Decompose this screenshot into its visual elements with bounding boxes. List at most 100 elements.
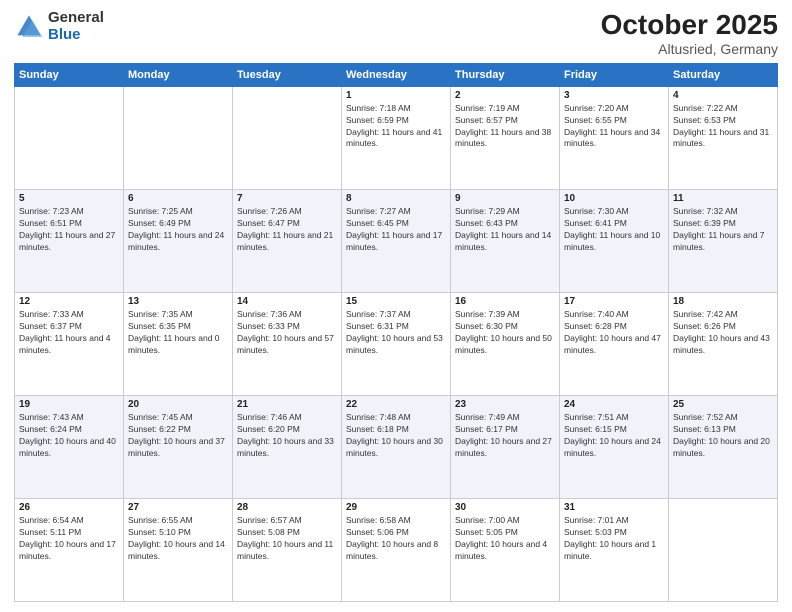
day-info: Sunrise: 7:19 AMSunset: 6:57 PMDaylight:… — [455, 103, 551, 149]
header-monday: Monday — [124, 63, 233, 86]
day-number: 3 — [564, 90, 664, 101]
title-block: October 2025 Altusried, Germany — [601, 10, 778, 57]
day-number: 21 — [237, 399, 337, 410]
header-saturday: Saturday — [669, 63, 778, 86]
day-info: Sunrise: 7:29 AMSunset: 6:43 PMDaylight:… — [455, 206, 551, 252]
day-number: 28 — [237, 502, 337, 513]
day-cell-3-2: 21 Sunrise: 7:46 AMSunset: 6:20 PMDaylig… — [233, 395, 342, 498]
header: General Blue October 2025 Altusried, Ger… — [14, 10, 778, 57]
day-info: Sunrise: 7:45 AMSunset: 6:22 PMDaylight:… — [128, 412, 225, 458]
day-info: Sunrise: 6:54 AMSunset: 5:11 PMDaylight:… — [19, 515, 116, 561]
day-cell-0-5: 3 Sunrise: 7:20 AMSunset: 6:55 PMDayligh… — [560, 86, 669, 189]
day-number: 6 — [128, 193, 228, 204]
day-number: 4 — [673, 90, 773, 101]
logo-icon — [14, 12, 44, 42]
day-number: 15 — [346, 296, 446, 307]
day-info: Sunrise: 7:20 AMSunset: 6:55 PMDaylight:… — [564, 103, 660, 149]
day-cell-3-0: 19 Sunrise: 7:43 AMSunset: 6:24 PMDaylig… — [15, 395, 124, 498]
day-cell-1-6: 11 Sunrise: 7:32 AMSunset: 6:39 PMDaylig… — [669, 189, 778, 292]
day-cell-3-6: 25 Sunrise: 7:52 AMSunset: 6:13 PMDaylig… — [669, 395, 778, 498]
day-info: Sunrise: 7:33 AMSunset: 6:37 PMDaylight:… — [19, 309, 111, 355]
day-cell-2-4: 16 Sunrise: 7:39 AMSunset: 6:30 PMDaylig… — [451, 292, 560, 395]
day-number: 9 — [455, 193, 555, 204]
week-row-2: 12 Sunrise: 7:33 AMSunset: 6:37 PMDaylig… — [15, 292, 778, 395]
header-sunday: Sunday — [15, 63, 124, 86]
day-cell-3-1: 20 Sunrise: 7:45 AMSunset: 6:22 PMDaylig… — [124, 395, 233, 498]
day-cell-1-1: 6 Sunrise: 7:25 AMSunset: 6:49 PMDayligh… — [124, 189, 233, 292]
day-cell-3-4: 23 Sunrise: 7:49 AMSunset: 6:17 PMDaylig… — [451, 395, 560, 498]
day-number: 10 — [564, 193, 664, 204]
day-info: Sunrise: 7:23 AMSunset: 6:51 PMDaylight:… — [19, 206, 115, 252]
day-number: 30 — [455, 502, 555, 513]
day-number: 18 — [673, 296, 773, 307]
day-number: 16 — [455, 296, 555, 307]
day-number: 25 — [673, 399, 773, 410]
day-cell-1-3: 8 Sunrise: 7:27 AMSunset: 6:45 PMDayligh… — [342, 189, 451, 292]
header-wednesday: Wednesday — [342, 63, 451, 86]
day-info: Sunrise: 7:27 AMSunset: 6:45 PMDaylight:… — [346, 206, 442, 252]
day-cell-4-1: 27 Sunrise: 6:55 AMSunset: 5:10 PMDaylig… — [124, 498, 233, 601]
day-cell-0-0 — [15, 86, 124, 189]
day-info: Sunrise: 7:39 AMSunset: 6:30 PMDaylight:… — [455, 309, 552, 355]
day-info: Sunrise: 7:25 AMSunset: 6:49 PMDaylight:… — [128, 206, 224, 252]
day-cell-1-5: 10 Sunrise: 7:30 AMSunset: 6:41 PMDaylig… — [560, 189, 669, 292]
day-cell-2-3: 15 Sunrise: 7:37 AMSunset: 6:31 PMDaylig… — [342, 292, 451, 395]
day-number: 12 — [19, 296, 119, 307]
day-cell-2-6: 18 Sunrise: 7:42 AMSunset: 6:26 PMDaylig… — [669, 292, 778, 395]
day-cell-0-6: 4 Sunrise: 7:22 AMSunset: 6:53 PMDayligh… — [669, 86, 778, 189]
day-number: 17 — [564, 296, 664, 307]
day-number: 23 — [455, 399, 555, 410]
day-number: 13 — [128, 296, 228, 307]
day-number: 22 — [346, 399, 446, 410]
day-cell-4-6 — [669, 498, 778, 601]
day-cell-4-0: 26 Sunrise: 6:54 AMSunset: 5:11 PMDaylig… — [15, 498, 124, 601]
day-info: Sunrise: 7:40 AMSunset: 6:28 PMDaylight:… — [564, 309, 661, 355]
calendar-title: October 2025 — [601, 10, 778, 41]
day-info: Sunrise: 7:49 AMSunset: 6:17 PMDaylight:… — [455, 412, 552, 458]
day-info: Sunrise: 7:36 AMSunset: 6:33 PMDaylight:… — [237, 309, 334, 355]
day-number: 1 — [346, 90, 446, 101]
day-info: Sunrise: 7:18 AMSunset: 6:59 PMDaylight:… — [346, 103, 442, 149]
page: General Blue October 2025 Altusried, Ger… — [0, 0, 792, 612]
day-info: Sunrise: 7:22 AMSunset: 6:53 PMDaylight:… — [673, 103, 769, 149]
day-info: Sunrise: 7:42 AMSunset: 6:26 PMDaylight:… — [673, 309, 770, 355]
day-cell-0-1 — [124, 86, 233, 189]
day-number: 20 — [128, 399, 228, 410]
day-info: Sunrise: 7:32 AMSunset: 6:39 PMDaylight:… — [673, 206, 765, 252]
day-number: 5 — [19, 193, 119, 204]
logo: General Blue — [14, 10, 104, 43]
day-info: Sunrise: 7:51 AMSunset: 6:15 PMDaylight:… — [564, 412, 661, 458]
day-number: 26 — [19, 502, 119, 513]
day-info: Sunrise: 7:00 AMSunset: 5:05 PMDaylight:… — [455, 515, 547, 561]
day-info: Sunrise: 7:26 AMSunset: 6:47 PMDaylight:… — [237, 206, 333, 252]
day-cell-1-4: 9 Sunrise: 7:29 AMSunset: 6:43 PMDayligh… — [451, 189, 560, 292]
day-number: 2 — [455, 90, 555, 101]
day-cell-4-3: 29 Sunrise: 6:58 AMSunset: 5:06 PMDaylig… — [342, 498, 451, 601]
day-info: Sunrise: 7:43 AMSunset: 6:24 PMDaylight:… — [19, 412, 116, 458]
day-cell-0-2 — [233, 86, 342, 189]
header-tuesday: Tuesday — [233, 63, 342, 86]
day-cell-0-4: 2 Sunrise: 7:19 AMSunset: 6:57 PMDayligh… — [451, 86, 560, 189]
day-info: Sunrise: 7:46 AMSunset: 6:20 PMDaylight:… — [237, 412, 334, 458]
day-number: 29 — [346, 502, 446, 513]
day-cell-4-4: 30 Sunrise: 7:00 AMSunset: 5:05 PMDaylig… — [451, 498, 560, 601]
day-info: Sunrise: 7:35 AMSunset: 6:35 PMDaylight:… — [128, 309, 220, 355]
day-info: Sunrise: 7:52 AMSunset: 6:13 PMDaylight:… — [673, 412, 770, 458]
week-row-1: 5 Sunrise: 7:23 AMSunset: 6:51 PMDayligh… — [15, 189, 778, 292]
day-number: 31 — [564, 502, 664, 513]
weekday-header-row: Sunday Monday Tuesday Wednesday Thursday… — [15, 63, 778, 86]
day-cell-0-3: 1 Sunrise: 7:18 AMSunset: 6:59 PMDayligh… — [342, 86, 451, 189]
day-number: 24 — [564, 399, 664, 410]
day-number: 14 — [237, 296, 337, 307]
day-cell-4-5: 31 Sunrise: 7:01 AMSunset: 5:03 PMDaylig… — [560, 498, 669, 601]
day-info: Sunrise: 7:30 AMSunset: 6:41 PMDaylight:… — [564, 206, 660, 252]
calendar-location: Altusried, Germany — [601, 41, 778, 57]
day-number: 27 — [128, 502, 228, 513]
header-friday: Friday — [560, 63, 669, 86]
day-cell-3-5: 24 Sunrise: 7:51 AMSunset: 6:15 PMDaylig… — [560, 395, 669, 498]
day-info: Sunrise: 7:48 AMSunset: 6:18 PMDaylight:… — [346, 412, 443, 458]
header-thursday: Thursday — [451, 63, 560, 86]
calendar-table: Sunday Monday Tuesday Wednesday Thursday… — [14, 63, 778, 602]
day-number: 11 — [673, 193, 773, 204]
day-number: 19 — [19, 399, 119, 410]
